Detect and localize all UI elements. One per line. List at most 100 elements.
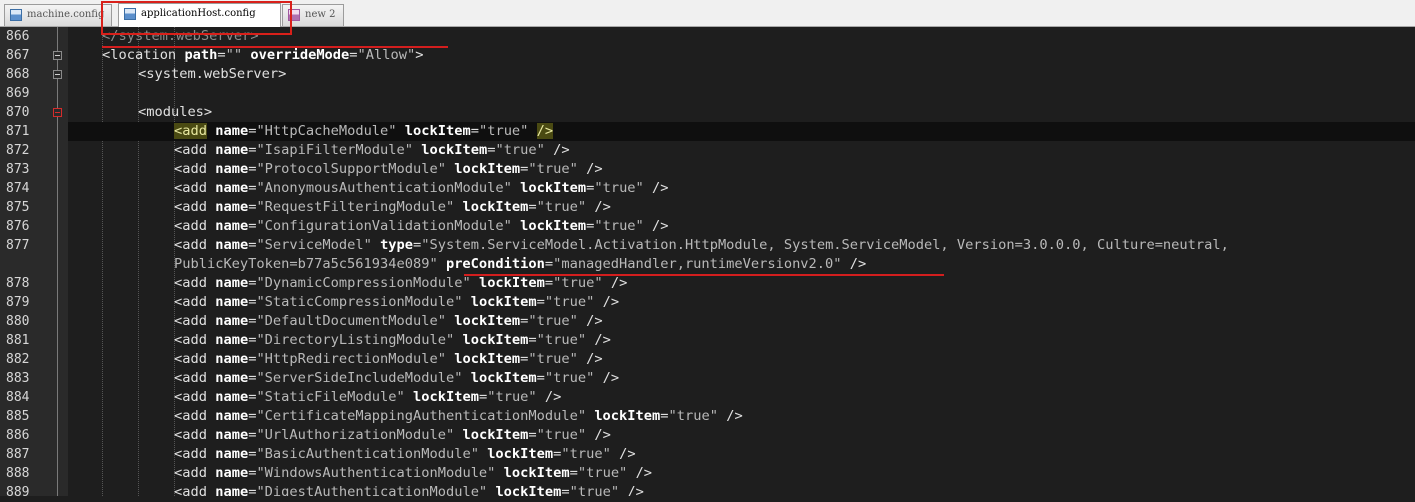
code-line: <add name="ProtocolSupportModule" lockIt… (68, 160, 1415, 179)
code-line: <add name = "RequestFilteringModule" lockI… (68, 198, 1415, 217)
code-token: name (215, 408, 249, 424)
code-token: "ProtocolSupportModule" (256, 161, 446, 177)
code-token: name (215, 161, 249, 177)
code-token: /> (619, 446, 636, 462)
code-token: "AnonymousAuthenticationModule" (256, 180, 512, 196)
fold-toggle-icon[interactable] (53, 108, 62, 117)
code-editor[interactable]: </system.webServer> <location path="" ov… (68, 27, 1415, 496)
code-token: lockItem (520, 218, 587, 234)
line-number: 867 (6, 48, 30, 63)
code-token: = (536, 370, 545, 386)
code-token: name (215, 370, 249, 386)
code-token: = (528, 332, 537, 348)
line-number: 876 (6, 219, 30, 234)
tab-machine-config[interactable]: machine.config (4, 4, 112, 26)
red-underline-precondition (464, 274, 944, 276)
code-token: /> (726, 408, 743, 424)
code-token: /> (553, 142, 570, 158)
code-token: lockItem (520, 180, 587, 196)
code-token: = (528, 199, 537, 215)
code-token: name (215, 465, 249, 481)
code-line: <add name="ConfigurationValidationModule… (68, 217, 1415, 236)
code-token: <add (174, 142, 207, 158)
code-token: "true" (668, 408, 718, 424)
code-token: "CertificateMappingAuthenticationModule" (256, 408, 587, 424)
code-token: preCondition (445, 256, 545, 272)
code-token: /> (594, 332, 611, 348)
code-token: = (536, 294, 545, 310)
xml-file-icon (10, 9, 22, 21)
code-line: <add name="IsapiFilterModule" lockItem="… (68, 141, 1415, 160)
line-number: 871 (6, 124, 30, 139)
fold-toggle-icon[interactable] (53, 70, 62, 79)
line-number: 868 (6, 67, 30, 82)
code-line: <system.webServer> (68, 65, 1415, 84)
code-token: "true" (487, 389, 537, 405)
code-token: "true" (536, 332, 587, 348)
code-token: = (470, 123, 479, 139)
code-text: <system.webServer> (138, 66, 287, 82)
code-token: lockItem (404, 123, 471, 139)
code-token: lockItem (470, 370, 537, 386)
code-token: /> (586, 351, 603, 367)
code-token: "true" (544, 294, 595, 310)
code-token: lockItem (503, 465, 570, 481)
code-token: "ServiceModel" (256, 237, 372, 253)
code-token: name (215, 294, 249, 310)
code-line: <add name = "UrlAuthorizationModule" lockI… (68, 426, 1415, 445)
line-number: 870 (6, 105, 30, 120)
code-token: name (215, 389, 249, 405)
code-token: <add (174, 218, 207, 234)
code-token: "IsapiFilterModule" (256, 142, 414, 158)
code-token: <add (174, 427, 207, 443)
code-token: lockItem (454, 161, 521, 177)
code-token: name (215, 446, 249, 462)
code-token: lockItem (462, 199, 529, 215)
code-token: "true" (528, 351, 578, 367)
fold-toggle-icon[interactable] (53, 51, 62, 60)
code-token: lockItem (462, 332, 529, 348)
line-number: 888 (6, 466, 30, 481)
code-token: = (561, 484, 570, 496)
code-token: lockItem (421, 142, 488, 158)
code-token: "HttpRedirectionModule" (256, 351, 446, 367)
code-token: "true" (594, 180, 644, 196)
code-token: type (380, 237, 414, 253)
code-token: name (215, 332, 249, 348)
code-token: "DirectoryListingModule" (256, 332, 455, 348)
code-token: lockItem (487, 446, 554, 462)
code-token: name (215, 142, 249, 158)
code-token: lockItem (454, 313, 521, 329)
code-token: lockItem (470, 294, 537, 310)
code-token: <add (174, 332, 207, 348)
code-token: "true" (553, 275, 603, 291)
code-line: <add name="AnonymousAuthenticationModule… (68, 179, 1415, 198)
code-text: <modules> (138, 104, 213, 120)
code-line: <add name = "DigestAuthenticationModule" l… (68, 483, 1415, 496)
line-number: 877 (6, 238, 30, 253)
line-number: 879 (6, 295, 30, 310)
code-token: <add (174, 389, 207, 405)
code-token: name (215, 123, 249, 139)
code-token: /> (586, 161, 603, 177)
code-token: /> (602, 294, 620, 310)
code-line: <location path="" overrideMode="Allow"> (68, 46, 1415, 65)
code-token: name (215, 484, 249, 496)
code-token: <add (174, 313, 207, 329)
line-number: 881 (6, 333, 30, 348)
code-token: <add (174, 180, 207, 196)
code-token: <add (174, 275, 207, 291)
code-token: = (478, 389, 488, 405)
code-token: "Allow" (357, 47, 416, 63)
code-token: "true" (594, 218, 644, 234)
matched-tag: /> (536, 123, 554, 139)
code-token: = (349, 47, 358, 63)
code-token: "true" (544, 370, 595, 386)
code-line: <add name="ServiceModel" type="System.Se… (68, 236, 1415, 255)
code-token: name (215, 275, 249, 291)
line-numbers: 866 867 868 869 870 871 872 873 874 875 876 877 878 8… (0, 27, 48, 502)
code-token: = (569, 465, 578, 481)
code-line: <add name = "StaticCompressionModule" lock… (68, 293, 1415, 312)
line-number: 873 (6, 162, 30, 177)
code-token: lockItem (478, 275, 545, 291)
